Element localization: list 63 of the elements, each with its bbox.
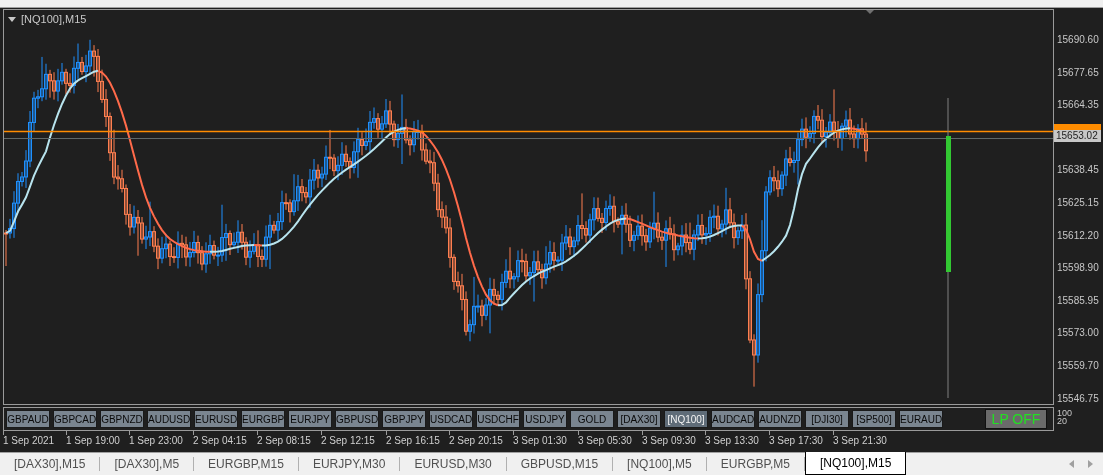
time-axis-label: 1 Sep 2021 <box>3 435 55 446</box>
chart-tab[interactable]: [NQ100],M15 <box>804 452 907 475</box>
symbol-button[interactable]: [SP500] <box>852 410 896 428</box>
symbol-button[interactable]: [DAX30] <box>617 410 661 428</box>
symbol-button[interactable]: AUDCAD <box>711 410 755 428</box>
price-axis-label: 15612.20 <box>1057 229 1099 241</box>
price-axis-label: 15546.75 <box>1057 392 1099 404</box>
scroll-left-icon[interactable] <box>1069 460 1074 468</box>
chart-tab[interactable]: GBPUSD,M15 <box>506 457 614 471</box>
time-axis-label: 2 Sep 16:15 <box>386 435 440 446</box>
symbol-button[interactable]: EURAUD <box>899 410 943 428</box>
symbol-button[interactable]: USDCAD <box>429 410 473 428</box>
scroll-right-icon[interactable] <box>1088 460 1093 468</box>
symbol-button[interactable]: USDJPY <box>523 410 567 428</box>
time-axis-label: 3 Sep 09:30 <box>642 435 696 446</box>
symbol-button[interactable]: EURUSD <box>194 410 238 428</box>
price-axis-label: 15585.95 <box>1057 294 1099 306</box>
symbol-button[interactable]: EURGBP <box>241 410 285 428</box>
price-axis-label: 15690.60 <box>1057 34 1099 45</box>
symbol-button[interactable]: GBPNZD <box>100 410 144 428</box>
symbol-button[interactable]: GBPUSD <box>335 410 379 428</box>
symbol-button[interactable]: AUDUSD <box>147 410 191 428</box>
symbol-button[interactable]: EURJPY <box>288 410 332 428</box>
symbol-button[interactable]: [NQ100] <box>664 410 708 428</box>
price-axis-label: 15664.35 <box>1057 99 1099 111</box>
symbol-button[interactable]: USDCHF <box>476 410 520 428</box>
price-axis-label: 15559.70 <box>1057 360 1099 371</box>
price-axis-label: 15598.90 <box>1057 262 1099 274</box>
time-axis-label: 1 Sep 23:00 <box>129 435 183 446</box>
price-axis-label: 15573.00 <box>1057 327 1099 339</box>
scale-label: 100 <box>1057 409 1073 418</box>
symbol-button[interactable]: GBPJPY <box>382 410 426 428</box>
chart-tab[interactable]: [DAX30],M5 <box>100 457 195 471</box>
time-axis-label: 2 Sep 20:15 <box>449 435 503 446</box>
lp-toggle-button[interactable]: LP OFF <box>985 409 1047 429</box>
chart-tab[interactable]: EURGBP,M5 <box>706 457 805 471</box>
chart-tab[interactable]: EURGBP,M15 <box>194 457 299 471</box>
time-axis-label: 3 Sep 21:30 <box>833 435 887 446</box>
chart-tab[interactable]: [NQ100],M5 <box>613 457 707 471</box>
time-axis-label: 2 Sep 08:15 <box>257 435 311 446</box>
chart-tab[interactable]: EURJPY,M30 <box>298 457 401 471</box>
time-axis-label: 3 Sep 13:30 <box>705 435 759 446</box>
chart-title: [NQ100],M15 <box>21 13 87 25</box>
time-axis-label: 3 Sep 17:30 <box>769 435 823 446</box>
time-axis-label: 3 Sep 01:30 <box>513 435 567 446</box>
price-axis-label: 15625.15 <box>1057 197 1099 208</box>
symbol-button[interactable]: GOLD <box>570 410 614 428</box>
shift-marker-icon <box>866 10 874 14</box>
symbol-button[interactable]: AUDNZD <box>758 410 802 428</box>
bid-price-tag: 15653.02 <box>1054 130 1101 142</box>
price-axis-label: 15677.65 <box>1057 66 1099 78</box>
chart-tab[interactable]: [DAX30],M15 <box>0 457 101 471</box>
dropdown-icon[interactable] <box>8 16 16 22</box>
time-axis-label: 2 Sep 04:15 <box>193 435 247 446</box>
symbol-button[interactable]: GBPAUD <box>6 410 50 428</box>
chart-tab[interactable]: EURUSD,M30 <box>400 457 507 471</box>
time-axis-label: 2 Sep 12:15 <box>321 435 375 446</box>
symbol-button[interactable]: GBPCAD <box>53 410 97 428</box>
time-axis-label: 3 Sep 05:30 <box>578 435 632 446</box>
price-axis-label: 15638.45 <box>1057 164 1099 176</box>
time-axis-label: 1 Sep 19:00 <box>66 435 120 446</box>
scale-label: 20 <box>1057 417 1067 426</box>
symbol-button[interactable]: [DJI30] <box>805 410 849 428</box>
